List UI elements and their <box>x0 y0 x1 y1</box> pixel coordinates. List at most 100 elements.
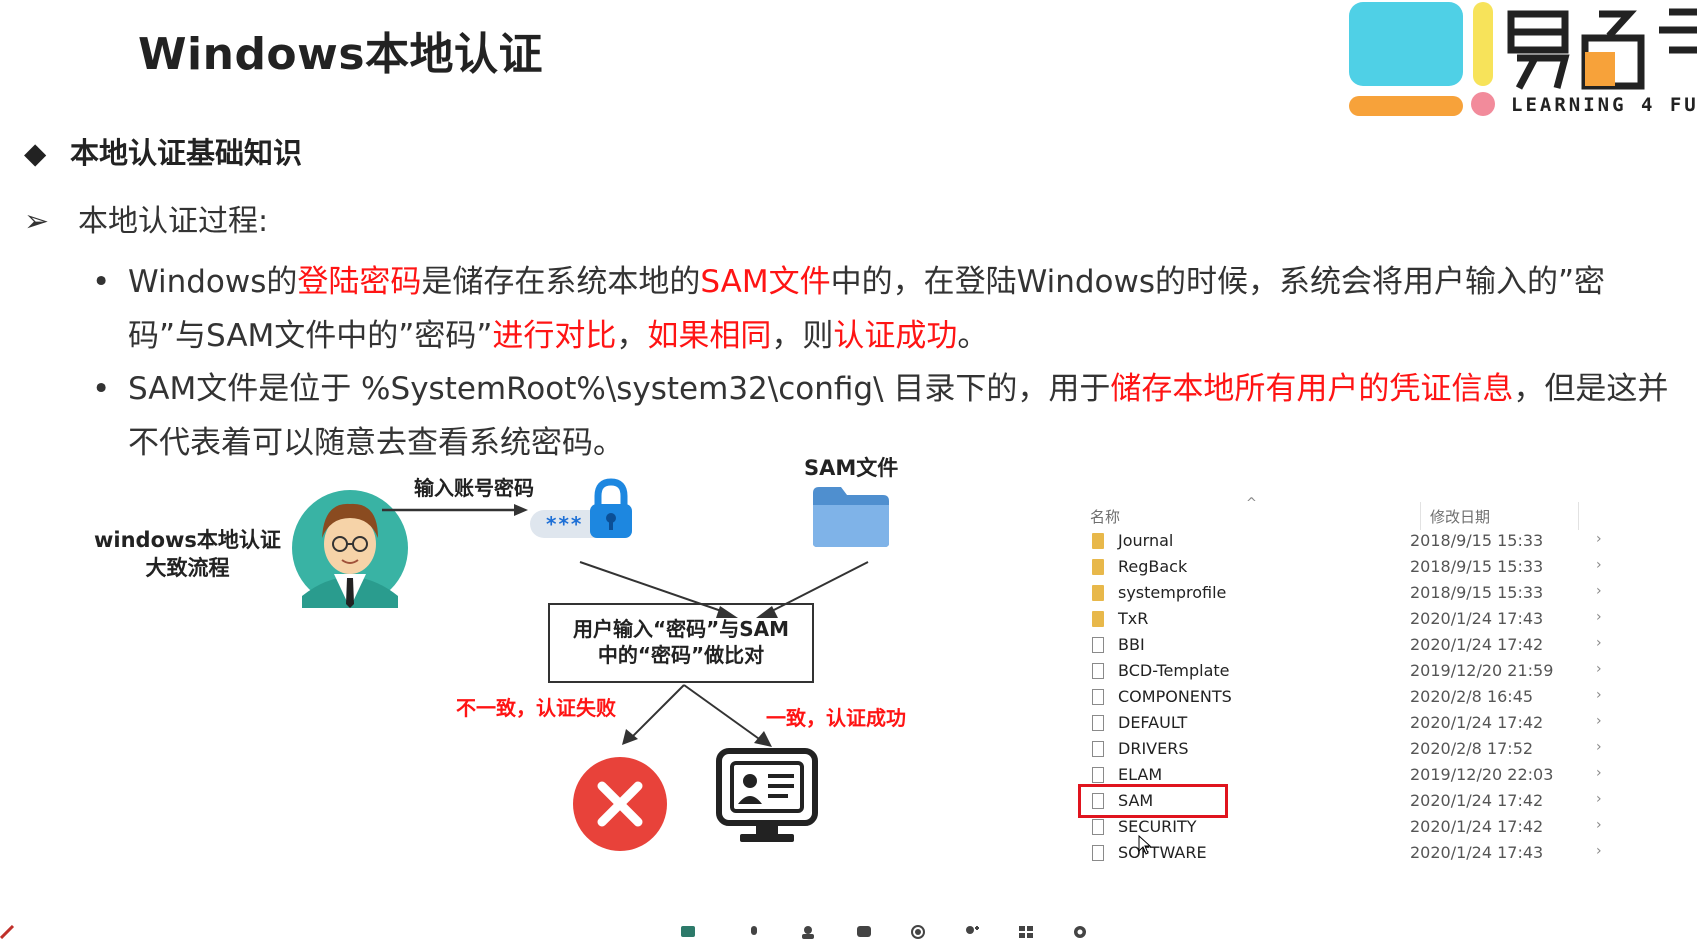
file-name: TxR <box>1118 609 1149 628</box>
paragraph-text: SAM文件是位于 %SystemRoot%\system32\config\ 目… <box>128 371 1111 407</box>
sort-ascending-icon[interactable]: ^ <box>1246 496 1257 511</box>
file-row-components[interactable]: COMPONENTS 2020/2/8 16:45 › <box>1088 684 1608 712</box>
truncated-column-icon: › <box>1596 765 1602 781</box>
bullet-paragraph-2-text: SAM文件是位于 %SystemRoot%\system32\config\ 目… <box>128 362 1682 470</box>
file-name: RegBack <box>1118 557 1188 576</box>
file-icon <box>1092 663 1104 679</box>
logo-tagline: LEARNING 4 FU <box>1511 94 1697 116</box>
truncated-column-icon: › <box>1596 843 1602 859</box>
highlighted-text: 登陆密码 <box>297 264 422 300</box>
truncated-column-icon: › <box>1596 531 1602 547</box>
file-row-bcd-template[interactable]: BCD-Template 2019/12/20 21:59 › <box>1088 658 1608 686</box>
paragraph-text: ，则 <box>771 318 834 354</box>
paragraph-text: 。 <box>957 318 989 354</box>
file-modified-date: 2020/1/24 17:42 <box>1410 635 1544 654</box>
logo-orange-bar <box>1349 96 1463 116</box>
participants-icon[interactable] <box>800 924 816 939</box>
logo-cyan-block <box>1349 2 1463 86</box>
file-icon <box>1092 689 1104 705</box>
file-icon <box>1092 767 1104 783</box>
compare-box-text: 用户输入“密码”与SAM 中的“密码”做比对 <box>572 617 790 667</box>
file-name: DRIVERS <box>1118 739 1189 758</box>
file-explorer-list[interactable]: 名称 ^ 修改日期 Journal 2018/9/15 15:33 › RegBack… <box>1078 490 1618 920</box>
file-icon <box>1092 715 1104 731</box>
truncated-column-icon: › <box>1596 817 1602 833</box>
meeting-toolbar <box>0 918 1697 941</box>
file-row-drivers[interactable]: DRIVERS 2020/2/8 17:52 › <box>1088 736 1608 764</box>
truncated-column-icon: › <box>1596 583 1602 599</box>
file-modified-date: 2019/12/20 22:03 <box>1410 765 1554 784</box>
settings-gear-icon[interactable] <box>1072 924 1088 938</box>
highlighted-text: 储存本地所有用户的凭证信息 <box>1110 371 1514 407</box>
file-row-systemprofile[interactable]: systemprofile 2018/9/15 15:33 › <box>1088 580 1608 608</box>
auth-flow-diagram: windows本地认证 大致流程 输入账号密码 *** SAM文件 用户输入“密… <box>80 456 1020 920</box>
apps-grid-icon[interactable] <box>1018 924 1034 938</box>
column-header-date[interactable]: 修改日期 <box>1430 506 1490 527</box>
column-header-name[interactable]: 名称 <box>1090 506 1120 527</box>
column-divider[interactable] <box>1578 502 1579 530</box>
highlighted-text: 进行对比 <box>492 318 617 354</box>
file-modified-date: 2018/9/15 15:33 <box>1410 557 1544 576</box>
truncated-column-icon: › <box>1596 557 1602 573</box>
highlighted-text: 如果相同 <box>647 318 772 354</box>
paragraph-text: ， <box>616 318 648 354</box>
truncated-column-icon: › <box>1596 661 1602 677</box>
file-icon <box>1092 819 1104 835</box>
file-modified-date: 2018/9/15 15:33 <box>1410 531 1544 550</box>
annotation-icon[interactable] <box>0 924 16 940</box>
file-modified-date: 2019/12/20 21:59 <box>1410 661 1554 680</box>
input-credentials-label: 输入账号密码 <box>414 476 534 500</box>
invite-icon[interactable] <box>964 924 980 938</box>
slide-title: Windows本地认证 <box>138 29 544 80</box>
file-row-default[interactable]: DEFAULT 2020/1/24 17:42 › <box>1088 710 1608 738</box>
file-row-software[interactable]: SOFTWARE 2020/1/24 17:43 › <box>1088 840 1608 868</box>
folder-icon <box>1092 559 1104 575</box>
file-name: BBI <box>1118 635 1145 654</box>
share-screen-icon[interactable] <box>680 924 696 938</box>
section-heading-text: 本地认证基础知识 <box>70 136 303 170</box>
truncated-column-icon: › <box>1596 739 1602 755</box>
file-name: ELAM <box>1118 765 1163 784</box>
bullet-paragraph-1: • Windows的登陆密码是储存在系统本地的SAM文件中的，在登陆Window… <box>92 255 1682 363</box>
password-mask: *** <box>546 512 584 536</box>
sam-highlight-box <box>1078 784 1228 818</box>
mouse-cursor-icon <box>1138 835 1152 855</box>
folder-icon <box>1092 585 1104 601</box>
fail-label: 不一致，认证失败 <box>456 696 616 720</box>
truncated-column-icon: › <box>1596 635 1602 651</box>
file-row-regback[interactable]: RegBack 2018/9/15 15:33 › <box>1088 554 1608 582</box>
folder-icon <box>813 487 889 547</box>
bullet-paragraph-1-text: Windows的登陆密码是储存在系统本地的SAM文件中的，在登陆Windows的… <box>128 255 1682 363</box>
lock-icon <box>590 478 632 538</box>
diverge-arrows <box>622 684 772 747</box>
file-name: Journal <box>1118 531 1174 550</box>
file-row-journal[interactable]: Journal 2018/9/15 15:33 › <box>1088 528 1608 556</box>
file-icon <box>1092 637 1104 653</box>
file-icon <box>1092 741 1104 757</box>
round-bullet-icon: • <box>92 264 111 300</box>
highlighted-text: SAM文件 <box>700 264 831 300</box>
file-name: BCD-Template <box>1118 661 1230 680</box>
file-row-bbi[interactable]: BBI 2020/1/24 17:42 › <box>1088 632 1608 660</box>
subsection-heading: ➢ 本地认证过程: <box>24 196 268 240</box>
file-name: SECURITY <box>1118 817 1197 836</box>
microphone-icon[interactable] <box>746 924 762 938</box>
file-modified-date: 2020/1/24 17:42 <box>1410 713 1544 732</box>
truncated-column-icon: › <box>1596 791 1602 807</box>
flow-title: windows本地认证 大致流程 <box>94 528 281 580</box>
record-icon[interactable] <box>910 924 926 939</box>
section-heading: ◆ 本地认证基础知识 <box>24 130 302 172</box>
file-row-security[interactable]: SECURITY 2020/1/24 17:42 › <box>1088 814 1608 842</box>
logo-pink-dot <box>1471 92 1495 116</box>
folder-icon <box>1092 611 1104 627</box>
file-modified-date: 2020/1/24 17:43 <box>1410 843 1544 862</box>
column-divider[interactable] <box>1420 502 1421 530</box>
paragraph-text: Windows的 <box>128 264 298 300</box>
right-arrow-icon <box>382 504 528 516</box>
highlighted-text: 认证成功 <box>833 318 958 354</box>
arrow-bullet-icon: ➢ <box>24 204 50 239</box>
chat-icon[interactable] <box>856 924 872 938</box>
file-row-txr[interactable]: TxR 2020/1/24 17:43 › <box>1088 606 1608 634</box>
file-modified-date: 2018/9/15 15:33 <box>1410 583 1544 602</box>
truncated-column-icon: › <box>1596 687 1602 703</box>
